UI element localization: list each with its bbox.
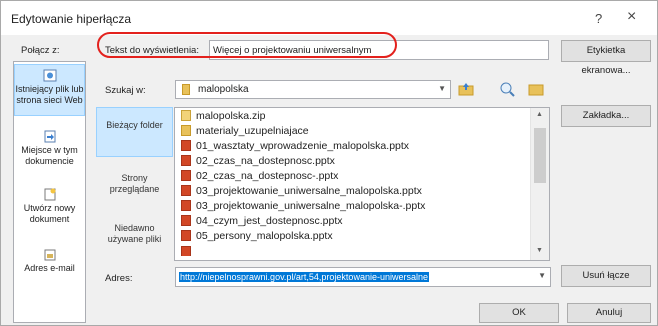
scroll-down-arrow-icon[interactable]: ▼ (536, 247, 543, 254)
look-in-dropdown[interactable]: malopolska ▼ (175, 80, 451, 99)
browse-file-icon[interactable] (527, 81, 545, 97)
powerpoint-file-icon (181, 230, 191, 241)
close-button[interactable]: × (627, 8, 636, 26)
address-label: Adres: (105, 273, 133, 284)
look-in-label: Szukaj w: (105, 85, 146, 96)
file-list-scrollbar[interactable]: ▲ ▼ (530, 108, 549, 260)
list-item[interactable]: 04_czym_jest_dostepnosc.pptx (181, 215, 343, 230)
list-item[interactable]: malopolska.zip (181, 110, 265, 125)
file-name: 01_wasztaty_wprowadzenie_malopolska.pptx (196, 140, 410, 152)
powerpoint-file-icon (181, 155, 191, 166)
remove-link-button[interactable]: Usuń łącze (561, 265, 651, 287)
list-item[interactable]: materialy_uzupelniajace (181, 125, 309, 140)
cancel-button[interactable]: Anuluj (567, 303, 651, 323)
dialog-title: Edytowanie hiperłącza (11, 12, 132, 26)
file-name: 05_persony_malopolska.pptx (196, 230, 333, 242)
file-name: 03_projektowanie_uniwersalne_malopolska.… (196, 185, 422, 197)
address-value: http://niepelnosprawni.gov.pl/art,54,pro… (179, 272, 429, 282)
chevron-down-icon[interactable]: ▼ (438, 84, 446, 93)
list-item[interactable]: 02_czas_na_dostepnosc.pptx (181, 155, 335, 170)
list-item[interactable]: 01_wasztaty_wprowadzenie_malopolska.pptx (181, 140, 409, 155)
sidebar-item-label: Utwórz nowy dokument (23, 203, 76, 224)
look-in-value: malopolska (198, 84, 249, 95)
highlight-annotation (97, 32, 397, 58)
browse-web-icon[interactable] (499, 81, 517, 97)
sidebar-item-label: Adres e-mail (24, 263, 75, 273)
places-bar: Bieżący folder Strony przeglądane Niedaw… (96, 107, 173, 290)
help-button[interactable]: ? (595, 11, 602, 26)
powerpoint-file-icon (181, 246, 191, 256)
list-item[interactable]: 03_projektowanie_uniwersalne_malopolska.… (181, 185, 422, 200)
link-to-label: Połącz z: (21, 45, 60, 56)
sidebar-item-new-document[interactable]: Utwórz nowy dokument (14, 188, 85, 232)
file-name: 02_czas_na_dostepnosc-.pptx (196, 170, 339, 182)
web-page-icon (43, 69, 56, 82)
sidebar-item-email[interactable]: Adres e-mail (14, 248, 85, 288)
place-label: Bieżący folder (106, 120, 163, 130)
new-document-icon (44, 188, 55, 201)
file-name: malopolska.zip (196, 110, 266, 122)
list-item[interactable]: 02_czas_na_dostepnosc-.pptx (181, 170, 338, 185)
powerpoint-file-icon (181, 215, 191, 226)
place-label: Niedawno używane pliki (107, 223, 162, 244)
powerpoint-file-icon (181, 185, 191, 196)
file-name: 03_projektowanie_uniwersalne_malopolska-… (196, 200, 426, 212)
powerpoint-file-icon (181, 200, 191, 211)
file-name: materialy_uzupelniajace (196, 125, 309, 137)
scroll-up-arrow-icon[interactable]: ▲ (536, 111, 543, 118)
up-folder-icon[interactable] (457, 81, 475, 97)
file-name: 02_czas_na_dostepnosc.pptx (196, 155, 335, 167)
ok-button[interactable]: OK (479, 303, 559, 323)
folder-icon (182, 84, 190, 95)
file-name: 04_czym_jest_dostepnosc.pptx (196, 215, 343, 227)
list-item[interactable]: 03_projektowanie_uniwersalne_malopolska-… (181, 200, 425, 215)
file-list[interactable]: malopolska.zip materialy_uzupelniajace 0… (174, 107, 550, 261)
sidebar-item-label: Istniejący plik lub strona sieci Web (15, 84, 84, 105)
place-recent-files[interactable]: Niedawno używane pliki (96, 215, 173, 257)
document-place-icon (44, 130, 55, 143)
screen-tip-button[interactable]: Etykietka ekranowa... (561, 40, 651, 76)
powerpoint-file-icon (181, 140, 191, 151)
place-label: Strony przeglądane (109, 173, 160, 194)
list-item[interactable]: 05_persony_malopolska.pptx (181, 230, 333, 245)
place-current-folder[interactable]: Bieżący folder (96, 107, 173, 157)
title-bar: Edytowanie hiperłącza ? × (1, 1, 657, 35)
email-icon (44, 249, 55, 261)
powerpoint-file-icon (181, 170, 191, 181)
zip-file-icon (181, 110, 191, 121)
sidebar-item-existing-file[interactable]: Istniejący plik lub strona sieci Web (14, 64, 85, 116)
place-browsed-pages[interactable]: Strony przeglądane (96, 165, 173, 207)
sidebar-item-label: Miejsce w tym dokumencie (21, 145, 78, 166)
hyperlink-dialog: Edytowanie hiperłącza ? × Połącz z: Teks… (0, 0, 658, 326)
bookmark-button[interactable]: Zakładka... (561, 105, 651, 127)
address-input[interactable]: http://niepelnosprawni.gov.pl/art,54,pro… (175, 267, 551, 287)
scrollbar-thumb[interactable] (534, 128, 546, 183)
link-type-sidebar: Istniejący plik lub strona sieci Web Mie… (13, 61, 86, 323)
sidebar-item-place-in-document[interactable]: Miejsce w tym dokumencie (14, 130, 85, 174)
list-item-partial (181, 246, 196, 256)
folder-icon (181, 125, 191, 136)
chevron-down-icon[interactable]: ▼ (538, 271, 546, 280)
